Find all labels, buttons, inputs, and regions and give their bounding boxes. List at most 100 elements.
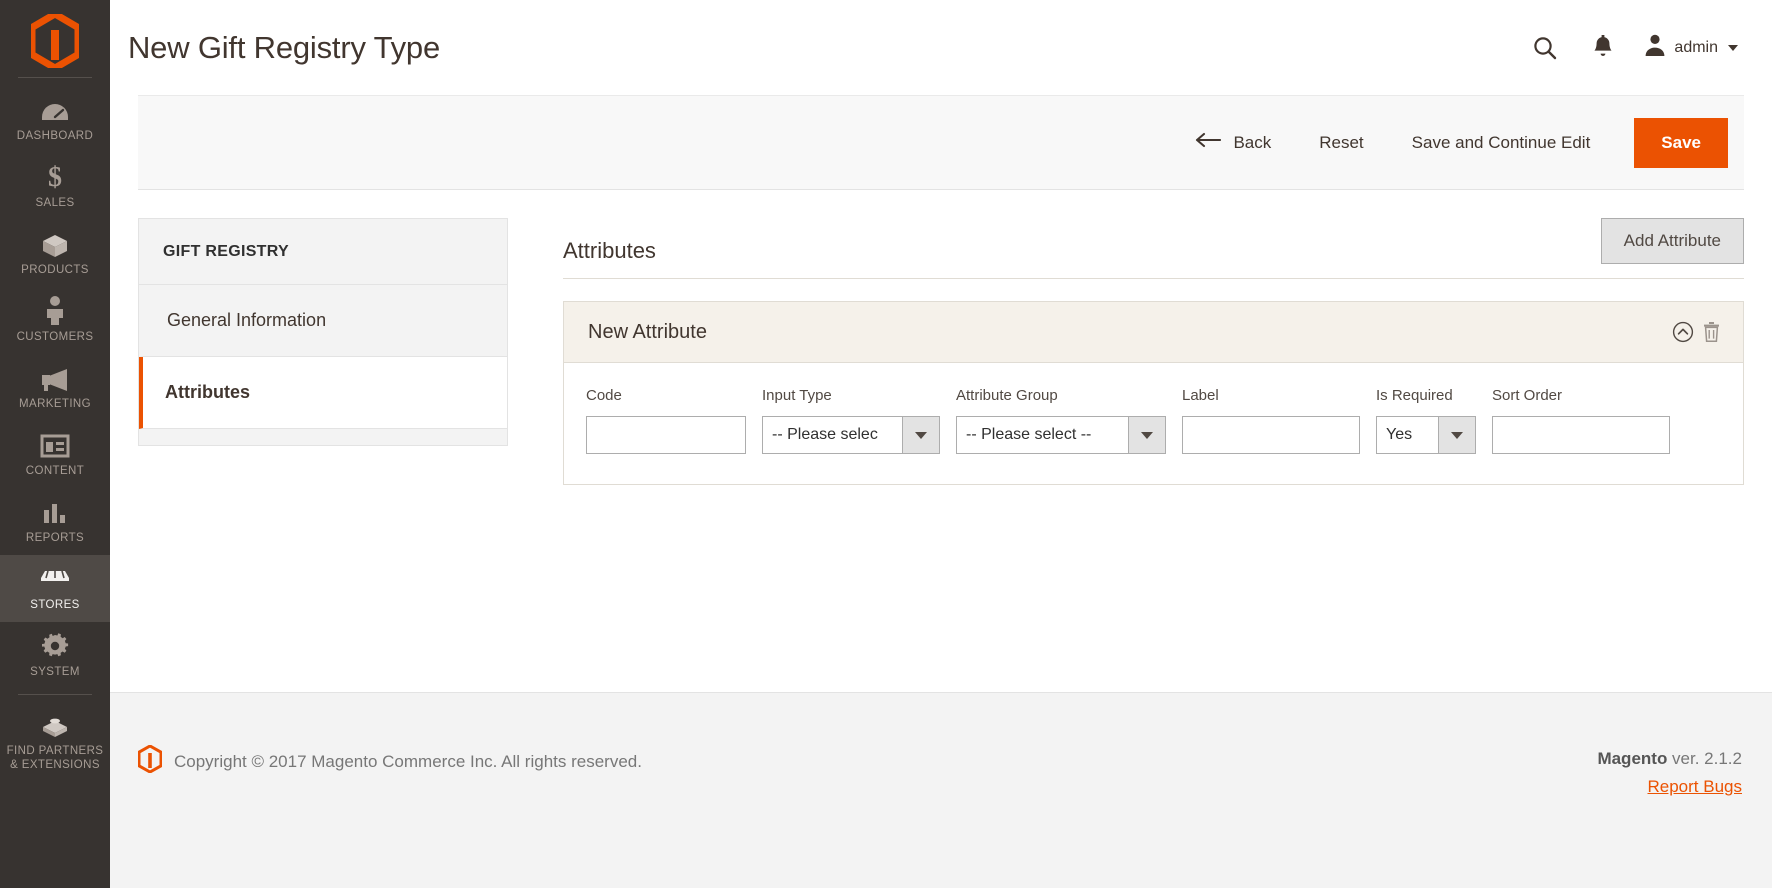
attributes-header: Attributes Add Attribute [563,218,1744,279]
arrow-left-icon [1195,132,1222,153]
is-required-select[interactable]: Yes [1376,416,1476,454]
sidebar-item-find-partners-extensions[interactable]: FIND PARTNERS & EXTENSIONS [0,703,110,776]
field-label-label: Label [1182,387,1219,404]
footer-right: Magento ver. 2.1.2 Report Bugs [1597,745,1742,801]
reset-button-label: Reset [1319,132,1364,152]
version-info: Magento ver. 2.1.2 [1597,745,1742,773]
back-button-label: Back [1233,132,1272,152]
field-sort-order-label: Sort Order [1492,387,1563,404]
input-type-select[interactable]: -- Please selec [762,416,940,454]
dollar-icon: $ [42,161,68,191]
sidebar-item-reports[interactable]: REPORTS [0,488,110,555]
is-required-selected-value: Yes [1376,416,1438,454]
page-title: New Gift Registry Type [128,29,441,65]
sidebar-item-attributes[interactable]: Attributes [139,357,507,429]
user-avatar-icon [1644,33,1666,62]
field-sort-order: Sort Order [1492,387,1670,454]
gear-icon [41,630,69,660]
sidebar-item-products[interactable]: PRODUCTS [0,220,110,287]
sidebar-item-system[interactable]: SYSTEM [0,622,110,689]
input-type-selected-value: -- Please selec [762,416,902,454]
chevron-down-icon [1728,44,1738,51]
field-attribute-group-label: Attribute Group [956,387,1058,404]
nav-divider [18,77,92,78]
page-footer: Copyright © 2017 Magento Commerce Inc. A… [110,692,1772,888]
trash-icon[interactable] [1702,321,1721,343]
sidebar-item-label: SYSTEM [30,666,80,678]
sidebar-item-label: PRODUCTS [21,264,89,276]
sidebar-item-label: SALES [35,197,75,209]
new-attribute-card-header: New Attribute [564,301,1743,363]
sidebar-item-marketing[interactable]: MARKETING [0,354,110,421]
chevron-down-icon[interactable] [1438,416,1476,454]
attribute-group-select[interactable]: -- Please select -- [956,416,1166,454]
chevron-up-circle-icon[interactable] [1672,321,1694,343]
version-text: ver. 2.1.2 [1667,749,1742,768]
add-attribute-button[interactable]: Add Attribute [1600,218,1744,264]
sidebar-item-customers[interactable]: CUSTOMERS [0,287,110,354]
reset-button[interactable]: Reset [1295,123,1387,163]
save-button[interactable]: Save [1634,117,1728,168]
person-icon [43,295,67,325]
save-and-continue-edit-label: Save and Continue Edit [1411,132,1591,152]
sidebar-item-sales[interactable]: $ SALES [0,153,110,220]
footer-left: Copyright © 2017 Magento Commerce Inc. A… [137,744,642,778]
user-name-label: admin [1674,38,1718,56]
layout-icon [40,429,70,459]
attributes-section: Attributes Add Attribute New Attribute C… [508,218,1744,692]
chevron-down-icon[interactable] [902,416,940,454]
sidebar-item-label-line1: FIND PARTNERS [6,745,104,757]
sidebar-item-dashboard[interactable]: DASHBOARD [0,86,110,153]
field-is-required: Is Required Yes [1376,387,1476,454]
side-panel-footer-strip [139,429,507,445]
nav-divider-bottom [18,694,92,695]
sidebar-item-label-line2: & EXTENSIONS [10,759,100,771]
magento-logo-icon[interactable] [27,10,83,72]
field-input-type-label: Input Type [762,387,832,404]
sidebar-item-content[interactable]: CONTENT [0,421,110,488]
chevron-down-icon[interactable] [1128,416,1166,454]
side-item-label: General Information [167,310,327,330]
new-attribute-card: New Attribute Code Input Type -- Please … [563,301,1744,485]
brand-name: Magento [1597,749,1668,768]
sidebar-item-label: DASHBOARD [16,130,94,142]
sidebar-item-label: CONTENT [25,465,85,477]
side-panel-title: GIFT REGISTRY [139,219,507,285]
extension-icon [39,709,71,739]
field-input-type: Input Type -- Please selec [762,387,940,454]
code-input[interactable] [586,416,746,454]
bar-chart-icon [41,496,69,526]
label-input[interactable] [1182,416,1360,454]
sort-order-input[interactable] [1492,416,1670,454]
new-attribute-title: New Attribute [588,320,707,343]
save-and-continue-edit-button[interactable]: Save and Continue Edit [1388,123,1615,163]
user-menu[interactable]: admin [1632,33,1738,62]
sidebar-item-general-information[interactable]: General Information [139,285,507,357]
content-area: GIFT REGISTRY General Information Attrib… [110,190,1772,692]
card-header-icons [1672,321,1721,343]
search-icon[interactable] [1516,25,1574,71]
attribute-group-selected-value: -- Please select -- [956,416,1128,454]
field-attribute-group: Attribute Group -- Please select -- [956,387,1166,454]
main-area: New Gift Registry Type admin Back Reset … [110,0,1772,888]
field-code: Code [586,387,746,454]
magento-logo-icon [137,744,163,778]
sidebar-item-label: CUSTOMERS [16,331,94,343]
attributes-heading: Attributes [563,238,656,263]
save-button-label: Save [1661,132,1701,152]
new-attribute-fields: Code Input Type -- Please selec Attribut… [564,363,1743,484]
box-icon [39,228,71,258]
page-actions-toolbar: Back Reset Save and Continue Edit Save [138,95,1744,190]
sidebar-item-label: REPORTS [25,532,85,544]
field-label: Label [1182,387,1360,454]
bell-icon[interactable] [1574,25,1632,71]
copyright-text: Copyright © 2017 Magento Commerce Inc. A… [174,751,642,771]
sidebar-item-stores[interactable]: STORES [0,555,110,622]
field-code-label: Code [586,387,622,404]
back-button[interactable]: Back [1171,122,1295,163]
report-bugs-link[interactable]: Report Bugs [1597,773,1743,801]
svg-text:$: $ [48,162,62,191]
storefront-icon [39,563,71,593]
gift-registry-nav-panel: GIFT REGISTRY General Information Attrib… [138,218,508,446]
header-actions: admin [1516,25,1738,71]
